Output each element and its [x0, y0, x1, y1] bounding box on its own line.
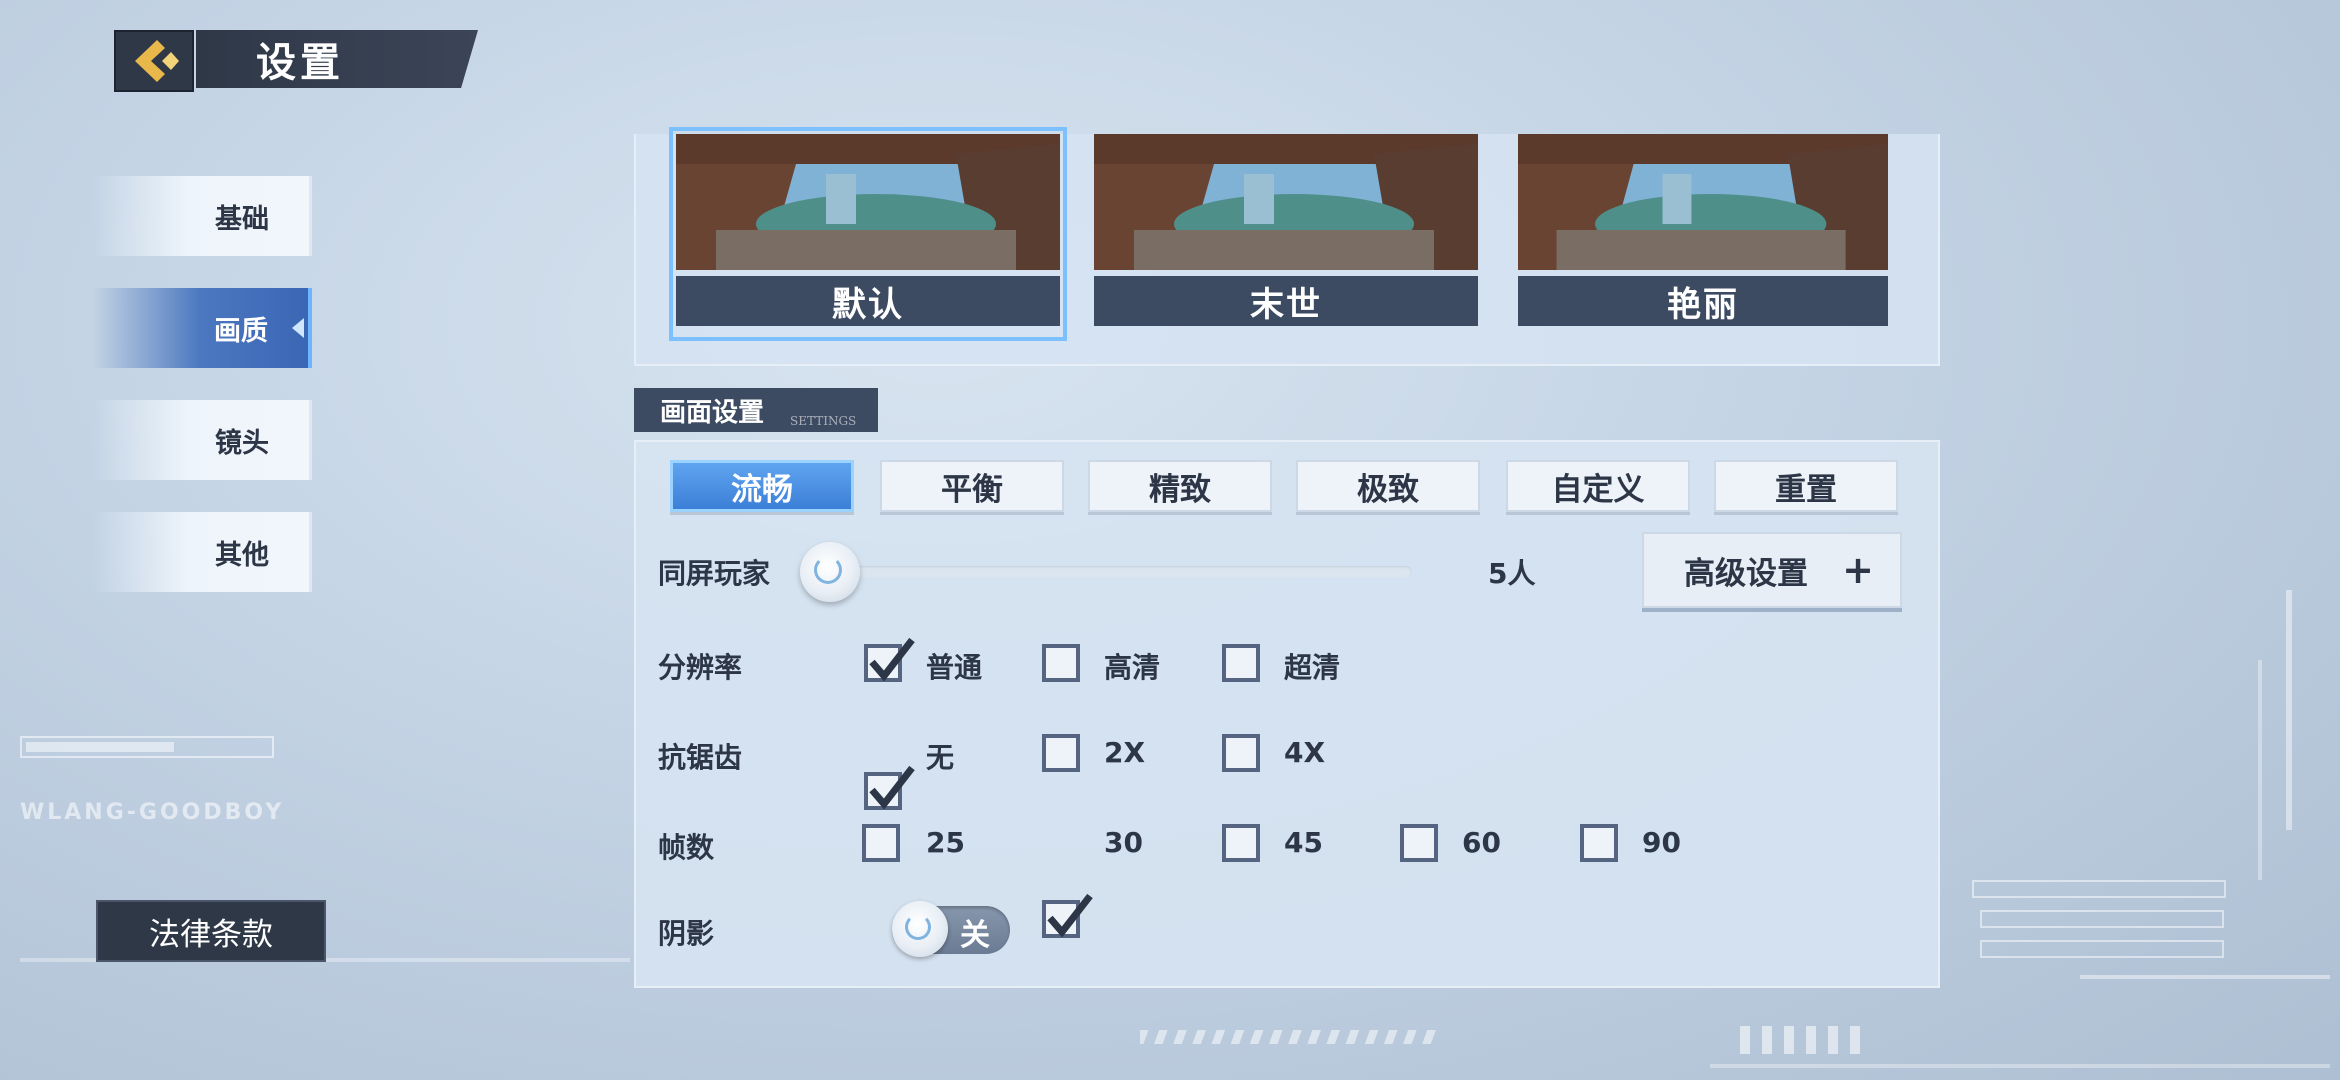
- nav-item-camera[interactable]: 镜头: [92, 400, 312, 480]
- preset-card-default[interactable]: 默认: [669, 127, 1067, 341]
- resolution-option-label: 高清: [1104, 651, 1161, 684]
- decor-line: [1140, 1030, 1440, 1044]
- checkmark-icon: [869, 765, 915, 810]
- preset-label: 末世: [1094, 276, 1478, 326]
- preset-thumbnail: [676, 134, 1060, 270]
- page-title: 设置: [196, 30, 478, 88]
- shadow-toggle-knob[interactable]: [892, 901, 948, 957]
- players-slider-track[interactable]: [820, 566, 1412, 578]
- preset-card-vivid[interactable]: 艳丽: [1518, 134, 1902, 334]
- graphics-settings-panel: [634, 440, 1940, 988]
- section-subtitle: SETTINGS: [790, 414, 857, 428]
- preset-label: 默认: [676, 276, 1060, 326]
- antialias-option-label: 2X: [1104, 736, 1146, 769]
- decor-line: [2080, 975, 2330, 979]
- resolution-label: 分辨率: [658, 651, 743, 684]
- quality-reset-button[interactable]: 重置: [1714, 460, 1898, 512]
- quality-balanced-button[interactable]: 平衡: [880, 460, 1064, 512]
- fps-option-label: 60: [1462, 826, 1501, 859]
- decor-watermark: WLANG-GOODBOY: [20, 800, 285, 825]
- quality-custom-button[interactable]: 自定义: [1506, 460, 1690, 512]
- nav-item-label: 其他: [215, 539, 269, 571]
- preset-thumbnail: [1094, 134, 1478, 270]
- resolution-hd-checkbox[interactable]: [1042, 644, 1080, 682]
- preset-thumbnail: [1518, 134, 1902, 270]
- advanced-settings-button[interactable]: 高级设置 +: [1642, 532, 1902, 608]
- checkmark-icon: [869, 637, 915, 682]
- fps-90-checkbox[interactable]: [1580, 824, 1618, 862]
- decor-line: [26, 742, 174, 752]
- nav-item-other[interactable]: 其他: [92, 512, 312, 592]
- quality-smooth-button[interactable]: 流畅: [670, 460, 854, 512]
- legal-terms-button[interactable]: 法律条款: [96, 900, 326, 962]
- fps-option-label: 90: [1642, 826, 1681, 859]
- decor-line: [1740, 1026, 1860, 1054]
- decor-line: [2286, 590, 2292, 830]
- nav-item-label: 基础: [215, 203, 269, 235]
- players-label: 同屏玩家: [658, 557, 771, 590]
- fps-option-label: 45: [1284, 826, 1323, 859]
- quality-ultra-button[interactable]: 极致: [1296, 460, 1480, 512]
- resolution-option-label: 超清: [1284, 651, 1341, 684]
- preset-card-apocalypse[interactable]: 末世: [1094, 134, 1478, 334]
- checkmark-icon: [1047, 893, 1093, 938]
- plus-icon: +: [1842, 548, 1874, 592]
- advanced-settings-label: 高级设置: [1684, 555, 1808, 592]
- antialias-option-label: 4X: [1284, 736, 1326, 769]
- shadow-label: 阴影: [658, 917, 715, 950]
- fps-45-checkbox[interactable]: [1222, 824, 1260, 862]
- resolution-normal-checkbox[interactable]: [864, 637, 915, 682]
- antialias-label: 抗锯齿: [658, 741, 743, 774]
- decor-line: [2258, 660, 2262, 880]
- resolution-uhd-checkbox[interactable]: [1222, 644, 1260, 682]
- decor-line: [1980, 940, 2224, 958]
- fps-label: 帧数: [658, 831, 715, 864]
- back-arrow-icon: [135, 40, 179, 82]
- fps-25-checkbox[interactable]: [862, 824, 900, 862]
- nav-item-label: 画质: [214, 315, 268, 347]
- players-value: 5人: [1488, 557, 1536, 590]
- players-slider-handle[interactable]: [800, 542, 860, 602]
- antialias-none-checkbox[interactable]: [864, 765, 915, 810]
- fps-60-checkbox[interactable]: [1400, 824, 1438, 862]
- fps-30-checkbox[interactable]: [1042, 893, 1093, 938]
- selected-indicator-icon: [292, 318, 304, 338]
- preset-label: 艳丽: [1518, 276, 1888, 326]
- nav-item-basic[interactable]: 基础: [92, 176, 312, 256]
- decor-line: [1972, 880, 2226, 898]
- fps-option-label: 25: [926, 826, 965, 859]
- antialias-4x-checkbox[interactable]: [1222, 734, 1260, 772]
- decor-line: [1710, 1064, 2330, 1068]
- back-button[interactable]: [114, 30, 194, 92]
- nav-item-label: 镜头: [215, 427, 269, 459]
- resolution-option-label: 普通: [926, 651, 983, 684]
- nav-item-quality[interactable]: 画质: [92, 288, 312, 368]
- shadow-state-label: 关: [960, 918, 990, 953]
- antialias-option-label: 无: [926, 741, 955, 774]
- fps-option-label: 30: [1104, 826, 1143, 859]
- decor-line: [1980, 910, 2224, 928]
- quality-fine-button[interactable]: 精致: [1088, 460, 1272, 512]
- antialias-2x-checkbox[interactable]: [1042, 734, 1080, 772]
